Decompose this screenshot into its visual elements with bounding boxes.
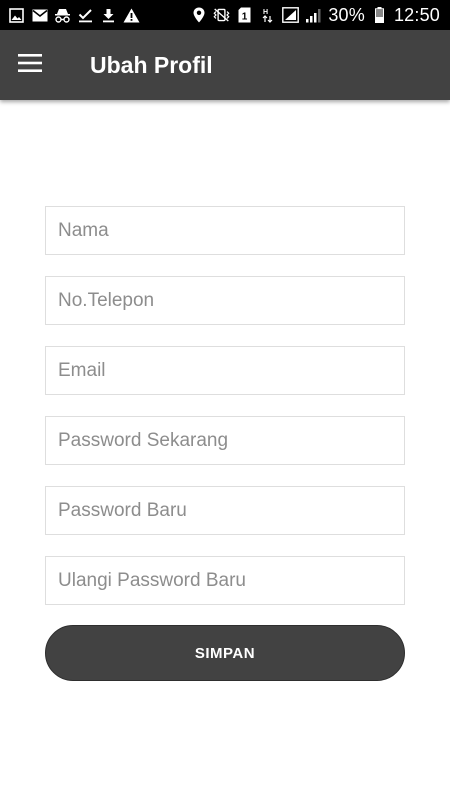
edit-profile-form: SIMPAN [45,206,405,681]
svg-text:H: H [263,9,268,16]
check-icon [77,7,94,24]
save-button[interactable]: SIMPAN [45,625,405,681]
status-bar-notifications [8,7,140,24]
status-bar-system: 1 H 30% 12:50 [190,5,440,26]
phone-input[interactable] [45,276,405,325]
email-icon [31,7,48,24]
hamburger-menu-button[interactable] [0,30,60,100]
signal-icon [282,7,300,24]
data-icon: H [259,7,276,24]
clock: 12:50 [393,4,440,25]
app-bar: Ubah Profil [0,30,450,100]
svg-text:1: 1 [242,12,248,23]
signal-weak-icon [305,7,322,24]
battery-percent: 30% [328,4,365,25]
name-input[interactable] [45,206,405,255]
sim-1-icon: 1 [236,7,253,24]
new-password-input[interactable] [45,486,405,535]
repeat-new-password-input[interactable] [45,556,405,605]
warning-icon [123,7,140,24]
page-title: Ubah Profil [90,51,213,78]
vibrate-icon [213,7,230,24]
current-password-input[interactable] [45,416,405,465]
status-bar: 1 H 30% 12:50 [0,0,450,30]
incognito-icon [54,7,71,24]
email-input[interactable] [45,346,405,395]
download-icon [100,7,117,24]
hamburger-menu-icon [18,53,42,77]
location-icon [190,7,207,24]
battery-icon [371,7,388,24]
gallery-icon [8,7,25,24]
